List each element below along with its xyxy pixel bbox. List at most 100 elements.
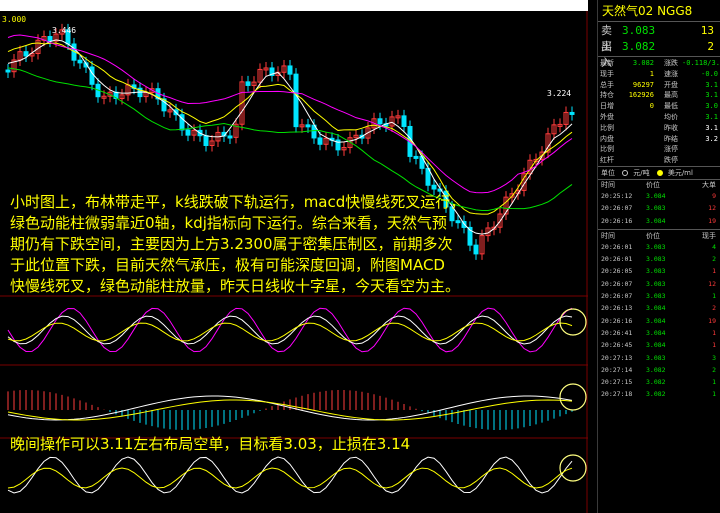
- highlight-circle: [559, 454, 587, 482]
- tick-volume: 4: [712, 242, 716, 251]
- candle-body: [203, 135, 209, 146]
- tick-price: 3.083: [646, 292, 666, 301]
- stat-label: 速涨: [664, 69, 678, 78]
- stat-label: 红杆: [600, 156, 614, 165]
- tick-row[interactable]: 20:26:07 3.083 12: [598, 202, 720, 214]
- tick-volume: 1: [712, 390, 716, 399]
- tick-row[interactable]: 20:25:12 3.084 9: [598, 190, 720, 202]
- unit-label: 单位: [601, 168, 615, 177]
- stat-value: 3.0: [705, 102, 718, 111]
- tick-row[interactable]: 20:27:15 3.082 1: [598, 376, 720, 388]
- header-time: 时间: [601, 180, 615, 189]
- tick-row[interactable]: 20:26:01 3.083 4: [598, 241, 720, 253]
- tick-volume: 12: [708, 204, 716, 213]
- tick-row[interactable]: 20:26:07 3.083 1: [598, 290, 720, 302]
- unit-option-usd[interactable]: 美元/ml: [650, 167, 693, 179]
- tick-time: 20:26:07: [601, 292, 633, 301]
- tick-time: 20:26:41: [601, 328, 633, 337]
- tick-time: 20:27:13: [601, 353, 633, 362]
- sell-row[interactable]: 卖出 3.083 13: [598, 23, 720, 53]
- tick-volume: 9: [712, 191, 716, 200]
- sell-price: 3.083: [622, 24, 656, 37]
- tick-volume: 1: [712, 328, 716, 337]
- stat-value: 3.1: [705, 80, 718, 89]
- tick-time: 20:26:05: [601, 267, 633, 276]
- tick-row[interactable]: 20:26:41 3.084 1: [598, 327, 720, 339]
- tick-price: 3.082: [646, 378, 666, 387]
- candle-body: [185, 129, 191, 136]
- analysis-line: 于此位置下跌，目前天然气承压，极有可能深度回调，附图MACD: [10, 256, 445, 274]
- unit-selector: 单位 元/吨 美元/ml: [598, 167, 720, 180]
- stat-value: 3.1: [705, 91, 718, 100]
- quote-stats: 最新 3.082 涨跌 -0.118/3.6 现手 1 速涨 -0.0 总手 96297 开盘 3.1…: [598, 57, 720, 167]
- tick-time: 20:25:12: [601, 191, 633, 200]
- tick-row[interactable]: 20:27:13 3.083 3: [598, 352, 720, 364]
- stat-row: 日增 0 最低 3.0: [598, 101, 720, 112]
- tick-volume: 12: [708, 279, 716, 288]
- stat-value: [624, 155, 654, 166]
- tick-time: 20:26:16: [601, 216, 633, 225]
- contract-title: 天然气02 NGG8: [598, 0, 720, 22]
- candle-body: [77, 59, 83, 64]
- candle-body: [431, 184, 437, 190]
- analysis-line: 快慢线死叉，绿色动能柱放量，昨天日线收十字星，今天看空为主。: [10, 277, 461, 295]
- stat-label: 日增: [600, 102, 614, 111]
- stat-value: [624, 134, 654, 145]
- radio-selected-icon: [656, 169, 663, 176]
- tick-row[interactable]: 20:26:16 3.084 19: [598, 315, 720, 327]
- unit-option-label: 元/吨: [633, 168, 650, 177]
- buy-row[interactable]: 买入 3.082 2: [598, 39, 720, 69]
- candle-body: [47, 36, 53, 42]
- tick-row[interactable]: 20:27:14 3.082 2: [598, 364, 720, 376]
- stat-value: 3.1: [705, 112, 718, 121]
- stat-value: [624, 123, 654, 134]
- stat-row: 总手 96297 开盘 3.1: [598, 80, 720, 91]
- tick-row[interactable]: 20:26:13 3.084 2: [598, 302, 720, 314]
- tick-price: 3.083: [646, 242, 666, 251]
- header-price: 价位: [646, 231, 660, 240]
- stat-value: 3.2: [705, 134, 718, 143]
- stat-row: 内盘 昨结 3.2: [598, 134, 720, 145]
- stat-value: 96297: [632, 80, 654, 89]
- tick-price: 3.084: [646, 316, 666, 325]
- tick-price: 3.084: [646, 341, 666, 350]
- candle-body: [413, 155, 419, 159]
- candle-body: [245, 81, 251, 86]
- tick-row[interactable]: 20:26:16 3.084 19: [598, 215, 720, 227]
- tick-row[interactable]: 20:26:45 3.084 1: [598, 339, 720, 351]
- tick-time: 20:27:18: [601, 390, 633, 399]
- candle-body: [401, 115, 407, 127]
- stat-label: 最低: [664, 102, 678, 111]
- tick-price: 3.083: [646, 353, 666, 362]
- candlestick-chart[interactable]: 3.000 3.446 3.224 小时图上，布林带走平，k线跌破下轨运行，ma…: [0, 0, 588, 513]
- tick-price: 3.083: [646, 279, 666, 288]
- candle-body: [5, 69, 11, 73]
- tick-volume: 2: [712, 255, 716, 264]
- tick-row[interactable]: 20:26:07 3.083 12: [598, 278, 720, 290]
- stat-label: 比例: [600, 145, 614, 154]
- header-price: 价位: [646, 180, 660, 189]
- stat-row: 红杆 跌停: [598, 155, 720, 166]
- stat-value: -0.118/3.6: [682, 59, 720, 67]
- buy-qty: 2: [707, 40, 714, 53]
- stat-row: 比例 昨收 3.1: [598, 123, 720, 134]
- tick-time: 20:26:07: [601, 279, 633, 288]
- tick-row[interactable]: 20:26:01 3.083 2: [598, 253, 720, 265]
- stat-value: 1: [649, 69, 654, 78]
- candle-body: [317, 137, 323, 145]
- stat-value: [624, 144, 654, 155]
- highlight-circle: [559, 308, 587, 336]
- unit-option-cny[interactable]: 元/吨: [615, 167, 650, 179]
- stat-value: 3.082: [632, 59, 654, 67]
- analysis-annotation: 小时图上，布林带走平，k线跌破下轨运行，macd快慢线死叉运行， 绿色动能柱微弱…: [10, 192, 465, 297]
- stat-label: 昨收: [664, 123, 678, 132]
- stat-value: 162926: [628, 91, 654, 100]
- high-price-label: 3.446: [52, 26, 77, 35]
- tick-time: 20:26:07: [601, 204, 633, 213]
- tick-row[interactable]: 20:27:18 3.082 1: [598, 388, 720, 400]
- tick-price: 3.082: [646, 390, 666, 399]
- candle-body: [293, 73, 299, 128]
- tick-row[interactable]: 20:26:05 3.083 1: [598, 265, 720, 277]
- tick-price: 3.084: [646, 328, 666, 337]
- tick-time: 20:27:14: [601, 365, 633, 374]
